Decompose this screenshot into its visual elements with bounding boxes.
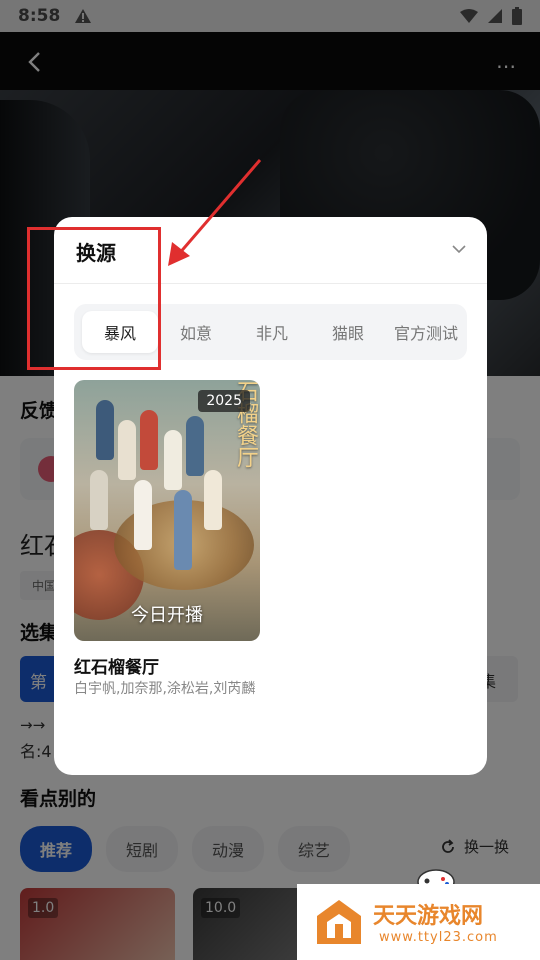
poster-figure	[90, 470, 108, 530]
source-tab-official-test[interactable]: 官方测试	[386, 311, 467, 353]
poster-figure	[204, 470, 222, 530]
poster-figure	[186, 416, 204, 476]
site-watermark: 天天游戏网 www.ttyl23.com	[297, 884, 540, 960]
source-tab-ruyi[interactable]: 如意	[158, 311, 234, 353]
watermark-url: www.ttyl23.com	[379, 930, 498, 945]
movie-title[interactable]: 红石榴餐厅	[74, 653, 159, 678]
movie-cast: 白宇帆,加奈那,涂松岩,刘芮麟	[74, 681, 256, 697]
source-tab-feifan[interactable]: 非凡	[234, 311, 310, 353]
poster-figure	[118, 420, 136, 480]
poster-figure	[174, 490, 192, 570]
poster-figure	[164, 430, 182, 490]
year-badge: 2025	[198, 390, 250, 412]
chevron-down-icon[interactable]	[451, 241, 467, 257]
poster-figure	[134, 480, 152, 550]
poster-figure	[96, 400, 114, 460]
annotation-arrow	[168, 159, 262, 266]
watermark-logo	[317, 900, 361, 944]
annotation-highlight-box	[27, 227, 161, 370]
poster-tagline: 今日开播	[131, 605, 203, 626]
watermark-name: 天天游戏网	[373, 904, 484, 929]
movie-poster[interactable]: 石榴餐厅 2025 今日开播	[74, 380, 260, 641]
poster-figure	[140, 410, 158, 470]
source-tab-maoyan[interactable]: 猫眼	[310, 311, 386, 353]
